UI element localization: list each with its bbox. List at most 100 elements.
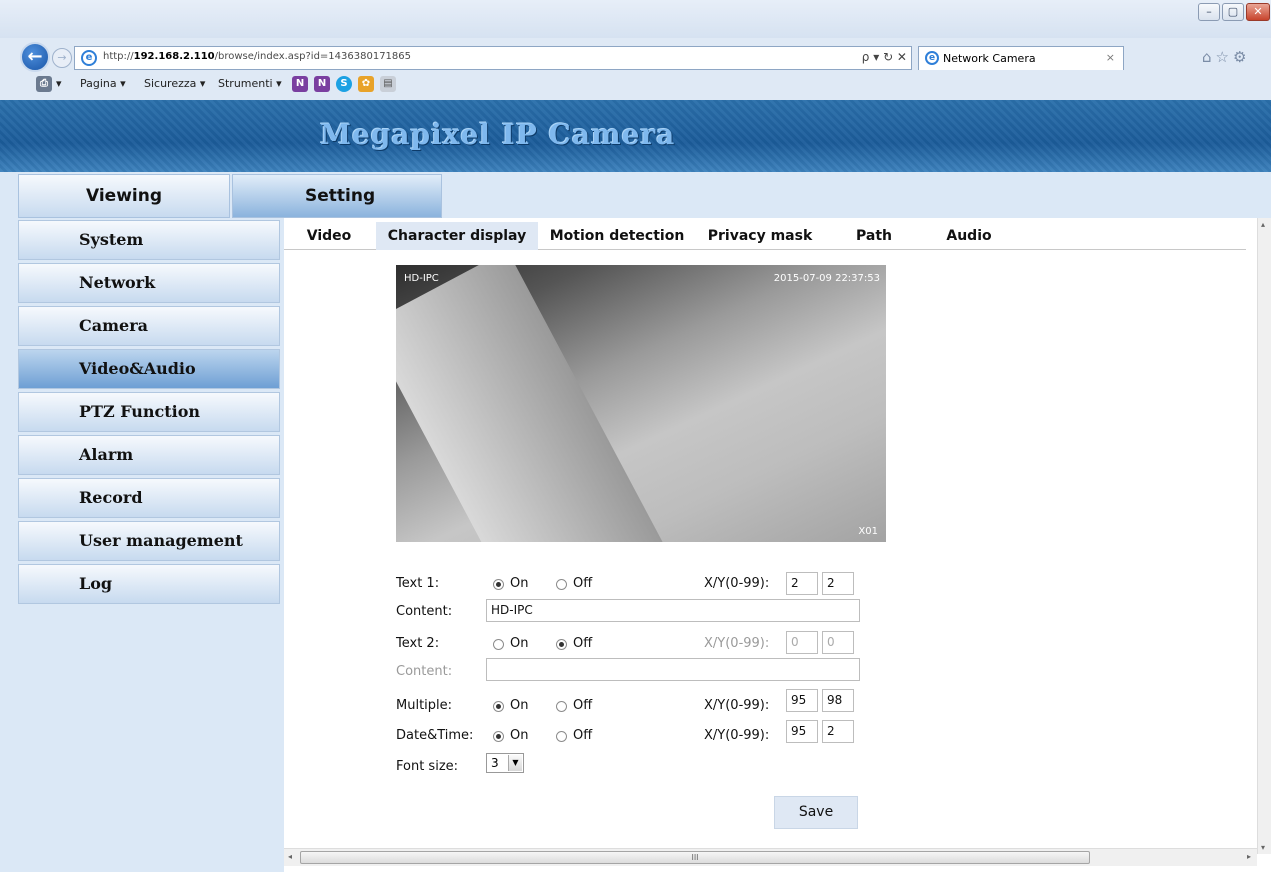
multiple-on-radio[interactable]: [493, 701, 504, 712]
text2-on-radio[interactable]: [493, 639, 504, 650]
subtab-path[interactable]: Path: [826, 222, 922, 250]
datetime-on-label: On: [510, 728, 529, 743]
text2-on-label: On: [510, 636, 529, 651]
forward-button[interactable]: →: [52, 48, 72, 68]
ie-tab-icon: e: [925, 51, 939, 65]
sidebar-item-alarm[interactable]: Alarm: [18, 435, 280, 475]
multiple-on-label: On: [510, 698, 529, 713]
text2-y-input[interactable]: 0: [822, 631, 854, 654]
text1-y-input[interactable]: 2: [822, 572, 854, 595]
onenote-linked-icon[interactable]: N: [314, 76, 330, 92]
sidebar-item-camera[interactable]: Camera: [18, 306, 280, 346]
tab-viewing[interactable]: Viewing: [18, 174, 230, 218]
text2-xy-label: X/Y(0-99):: [704, 636, 770, 651]
subtab-character-display[interactable]: Character display: [376, 222, 538, 250]
text1-content-input[interactable]: HD-IPC: [486, 599, 860, 622]
onenote-icon[interactable]: N: [292, 76, 308, 92]
multiple-label: Multiple:: [396, 698, 453, 713]
addon-icon[interactable]: ✿: [358, 76, 374, 92]
multiple-y-input[interactable]: 98: [822, 689, 854, 712]
close-window-button[interactable]: ✕: [1246, 3, 1270, 21]
sidebar: System Network Camera Video&Audio PTZ Fu…: [0, 218, 284, 872]
print-icon[interactable]: ⎙: [36, 76, 52, 92]
font-size-select[interactable]: 3 ▼: [486, 753, 524, 773]
browser-tab[interactable]: e Network Camera ×: [918, 46, 1124, 70]
command-bar: ⎙ ▾ Pagina ▾ Sicurezza ▾ Strumenti ▾ N N…: [0, 70, 1271, 100]
sidebar-item-ptz-function[interactable]: PTZ Function: [18, 392, 280, 432]
subtab-motion-detection[interactable]: Motion detection: [540, 222, 694, 250]
settings-content: Video Character display Motion detection…: [284, 218, 1257, 848]
datetime-on-radio[interactable]: [493, 731, 504, 742]
text2-off-radio[interactable]: [556, 639, 567, 650]
tab-close-icon[interactable]: ×: [1106, 51, 1115, 64]
address-tools[interactable]: ρ ▾ ↻ ✕: [862, 50, 907, 64]
title-bar: – ▢ ✕: [0, 0, 1271, 38]
sidebar-item-user-management[interactable]: User management: [18, 521, 280, 561]
multiple-x-input[interactable]: 95: [786, 689, 818, 712]
sidebar-item-video-audio[interactable]: Video&Audio: [18, 349, 280, 389]
text1-label: Text 1:: [396, 576, 440, 591]
minimize-button[interactable]: –: [1198, 3, 1220, 21]
scroll-up-icon[interactable]: ▴: [1261, 220, 1265, 229]
preview-overlay-datetime: 2015-07-09 22:37:53: [773, 273, 880, 284]
text2-off-label: Off: [573, 636, 593, 651]
sidebar-item-system[interactable]: System: [18, 220, 280, 260]
preview-overlay-text1: HD-IPC: [404, 273, 439, 284]
text1-x-input[interactable]: 2: [786, 572, 818, 595]
sidebar-item-log[interactable]: Log: [18, 564, 280, 604]
horizontal-scrollbar[interactable]: ◂ III ▸: [284, 848, 1257, 866]
multiple-off-radio[interactable]: [556, 701, 567, 712]
tab-title: Network Camera: [943, 52, 1036, 65]
text2-label: Text 2:: [396, 636, 440, 651]
horizontal-scroll-thumb[interactable]: III: [300, 851, 1090, 864]
back-button[interactable]: ←: [20, 42, 50, 72]
tab-setting[interactable]: Setting: [232, 174, 442, 218]
camera-preview: HD-IPC 2015-07-09 22:37:53 X01: [396, 265, 886, 542]
datetime-x-input[interactable]: 95: [786, 720, 818, 743]
preview-overlay-multiple: X01: [858, 526, 878, 537]
text2-content-input[interactable]: [486, 658, 860, 681]
banner: Megapixel IP Camera: [0, 100, 1271, 172]
font-size-value: 3: [491, 756, 499, 770]
preview-wall-shape: [396, 265, 705, 542]
scroll-right-icon[interactable]: ▸: [1247, 852, 1251, 861]
extra-tools-icon[interactable]: ▤: [380, 76, 396, 92]
skype-icon[interactable]: S: [336, 76, 352, 92]
text2-x-input[interactable]: 0: [786, 631, 818, 654]
ie-icon: e: [81, 50, 97, 66]
save-button[interactable]: Save: [774, 796, 858, 829]
maximize-button[interactable]: ▢: [1222, 3, 1244, 21]
multiple-off-label: Off: [573, 698, 593, 713]
menu-strumenti[interactable]: Strumenti ▾: [218, 77, 282, 90]
subtab-privacy-mask[interactable]: Privacy mask: [696, 222, 824, 250]
menu-pagina[interactable]: Pagina ▾: [80, 77, 126, 90]
datetime-off-label: Off: [573, 728, 593, 743]
scroll-left-icon[interactable]: ◂: [288, 852, 292, 861]
top-navigation: Viewing Setting: [0, 172, 1271, 218]
chevron-down-icon[interactable]: ▼: [508, 755, 522, 771]
vertical-scrollbar[interactable]: ▴ ▾: [1257, 218, 1271, 854]
text1-on-label: On: [510, 576, 529, 591]
sidebar-item-network[interactable]: Network: [18, 263, 280, 303]
subtab-bar: Video Character display Motion detection…: [284, 222, 1246, 250]
url-path: /browse/index.asp?id=1436380171865: [214, 51, 412, 62]
url-text[interactable]: http://192.168.2.110/browse/index.asp?id…: [103, 51, 411, 62]
banner-title: Megapixel IP Camera: [320, 118, 676, 151]
text1-off-radio[interactable]: [556, 579, 567, 590]
subtab-audio[interactable]: Audio: [924, 222, 1014, 250]
multiple-xy-label: X/Y(0-99):: [704, 698, 770, 713]
home-favorites-tools-icons[interactable]: ⌂☆⚙: [1202, 48, 1250, 66]
text1-xy-label: X/Y(0-99):: [704, 576, 770, 591]
address-bar[interactable]: e http://192.168.2.110/browse/index.asp?…: [74, 46, 912, 70]
print-dropdown[interactable]: ▾: [56, 77, 62, 90]
datetime-y-input[interactable]: 2: [822, 720, 854, 743]
scroll-down-icon[interactable]: ▾: [1261, 843, 1265, 852]
sidebar-item-record[interactable]: Record: [18, 478, 280, 518]
subtab-video[interactable]: Video: [284, 222, 374, 250]
text1-off-label: Off: [573, 576, 593, 591]
text1-on-radio[interactable]: [493, 579, 504, 590]
browser-window: – ▢ ✕ ← → e http://192.168.2.110/browse/…: [0, 0, 1271, 872]
datetime-off-radio[interactable]: [556, 731, 567, 742]
menu-sicurezza[interactable]: Sicurezza ▾: [144, 77, 205, 90]
datetime-label: Date&Time:: [396, 728, 474, 743]
